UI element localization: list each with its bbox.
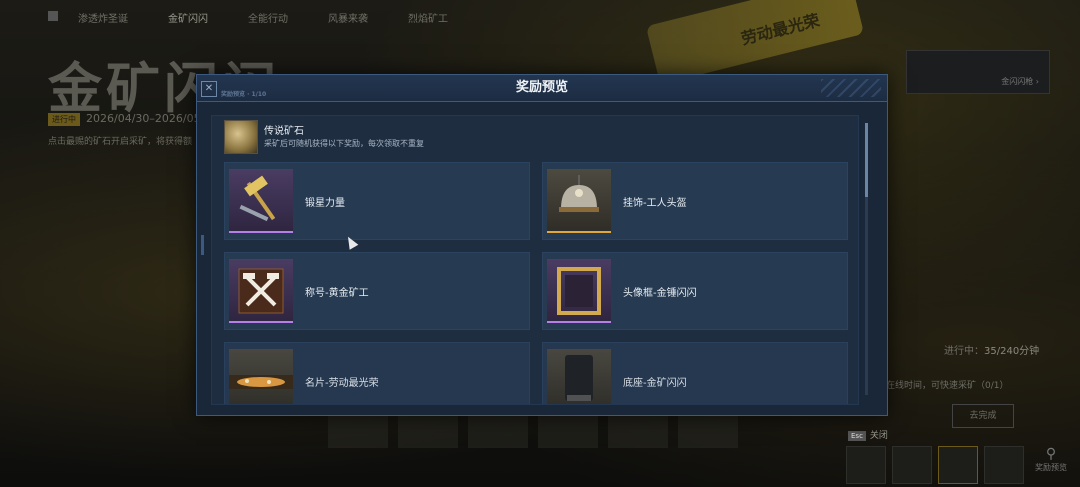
progress-label: 进行中： <box>944 346 984 357</box>
search-label: 奖励预览 <box>1035 463 1067 472</box>
slot <box>538 414 598 448</box>
rarity-bar <box>547 321 611 323</box>
modal-title: 奖励预览 <box>515 80 568 95</box>
weapon-label: 金闪闪枪 › <box>1001 77 1039 86</box>
slot <box>608 414 668 448</box>
esc-close[interactable]: Esc 关闭 <box>848 428 888 441</box>
search-icon: ⚲ <box>1045 446 1057 462</box>
slot <box>398 414 458 448</box>
reward-card[interactable]: 名片-劳动最光荣 <box>224 342 530 404</box>
reward-name: 挂饰-工人头盔 <box>623 198 687 209</box>
status-badge: 进行中 <box>48 113 80 126</box>
task-hint: 在线时间，可快速采矿（0/1） <box>886 381 1009 391</box>
progress-value: 35/240分钟 <box>984 346 1040 357</box>
progress-text: 进行中：35/240分钟 <box>944 342 1039 357</box>
top-nav: 渗透炸圣诞 金矿闪闪 全能行动 风暴来袭 烈焰矿工 <box>48 6 468 29</box>
rarity-bar <box>547 231 611 233</box>
reward-list[interactable]: 传说矿石 采矿后可随机获得以下奖励，每次领取不重复 锻星力量 挂饰-工人头盔 称… <box>211 115 859 405</box>
weapon-preview[interactable]: 金闪闪枪 › <box>906 50 1050 94</box>
card-icon <box>229 349 293 404</box>
nav-tab[interactable]: 渗透炸圣诞 <box>58 6 148 29</box>
tool-slot[interactable] <box>938 446 978 484</box>
date-range: 2026/04/30–2026/05 <box>86 112 201 125</box>
close-icon[interactable]: ✕ <box>201 81 217 97</box>
reward-card[interactable]: 锻星力量 <box>224 162 530 240</box>
tool-slot[interactable] <box>984 446 1024 484</box>
modal-header: ✕ 奖励预览 · 1/10 奖励预览 <box>197 75 887 102</box>
reward-card[interactable]: 头像框-金锤闪闪 <box>542 252 848 330</box>
rarity-bar <box>229 321 293 323</box>
nav-tab[interactable]: 全能行动 <box>228 6 308 29</box>
rarity-bar <box>229 231 293 233</box>
nav-tab[interactable]: 烈焰矿工 <box>388 6 468 29</box>
modal-corner-label: 奖励预览 · 1/10 <box>221 91 267 98</box>
frame-icon <box>547 259 611 323</box>
go-complete-button[interactable]: 去完成 <box>952 404 1014 428</box>
event-desc: 点击最赐的矿石开启采矿，将获得额 <box>48 137 193 147</box>
source-title: 传说矿石 <box>264 126 304 137</box>
nav-tab[interactable]: 风暴来袭 <box>308 6 388 29</box>
reward-preview-modal: ✕ 奖励预览 · 1/10 奖励预览 传说矿石 采矿后可随机获得以下奖励，每次领… <box>196 74 888 416</box>
slot <box>328 414 388 448</box>
crossed-tools-icon <box>229 259 293 323</box>
tool-slot[interactable] <box>846 446 886 484</box>
scrollbar[interactable] <box>865 123 868 395</box>
scroll-thumb[interactable] <box>865 123 868 197</box>
reward-card[interactable]: 底座-金矿闪闪 <box>542 342 848 404</box>
reward-preview-button[interactable]: ⚲ 奖励预览 <box>1030 446 1072 482</box>
side-decoration <box>201 235 204 255</box>
reward-name: 锻星力量 <box>305 198 345 209</box>
tool-slot[interactable] <box>892 446 932 484</box>
reward-name: 头像框-金锤闪闪 <box>623 288 697 299</box>
slot <box>678 414 738 448</box>
nav-tab[interactable]: 金矿闪闪 <box>148 6 228 29</box>
slot <box>468 414 528 448</box>
esc-key: Esc <box>848 431 866 441</box>
nav-icon <box>48 11 58 21</box>
reward-name: 底座-金矿闪闪 <box>623 378 687 389</box>
reward-slots <box>328 414 738 448</box>
reward-card[interactable]: 称号-黄金矿工 <box>224 252 530 330</box>
ore-icon <box>224 120 258 154</box>
tool-bar: ⚲ 奖励预览 <box>846 446 1072 484</box>
helmet-icon <box>547 169 611 233</box>
hammer-icon <box>229 169 293 233</box>
reward-name: 称号-黄金矿工 <box>305 288 369 299</box>
esc-label: 关闭 <box>869 431 888 441</box>
pedestal-icon <box>547 349 611 404</box>
reward-card[interactable]: 挂饰-工人头盔 <box>542 162 848 240</box>
source-desc: 采矿后可随机获得以下奖励，每次领取不重复 <box>264 139 424 148</box>
event-date: 进行中 2026/04/30–2026/05 <box>48 112 201 126</box>
header-decoration <box>821 79 881 97</box>
reward-name: 名片-劳动最光荣 <box>305 378 379 389</box>
